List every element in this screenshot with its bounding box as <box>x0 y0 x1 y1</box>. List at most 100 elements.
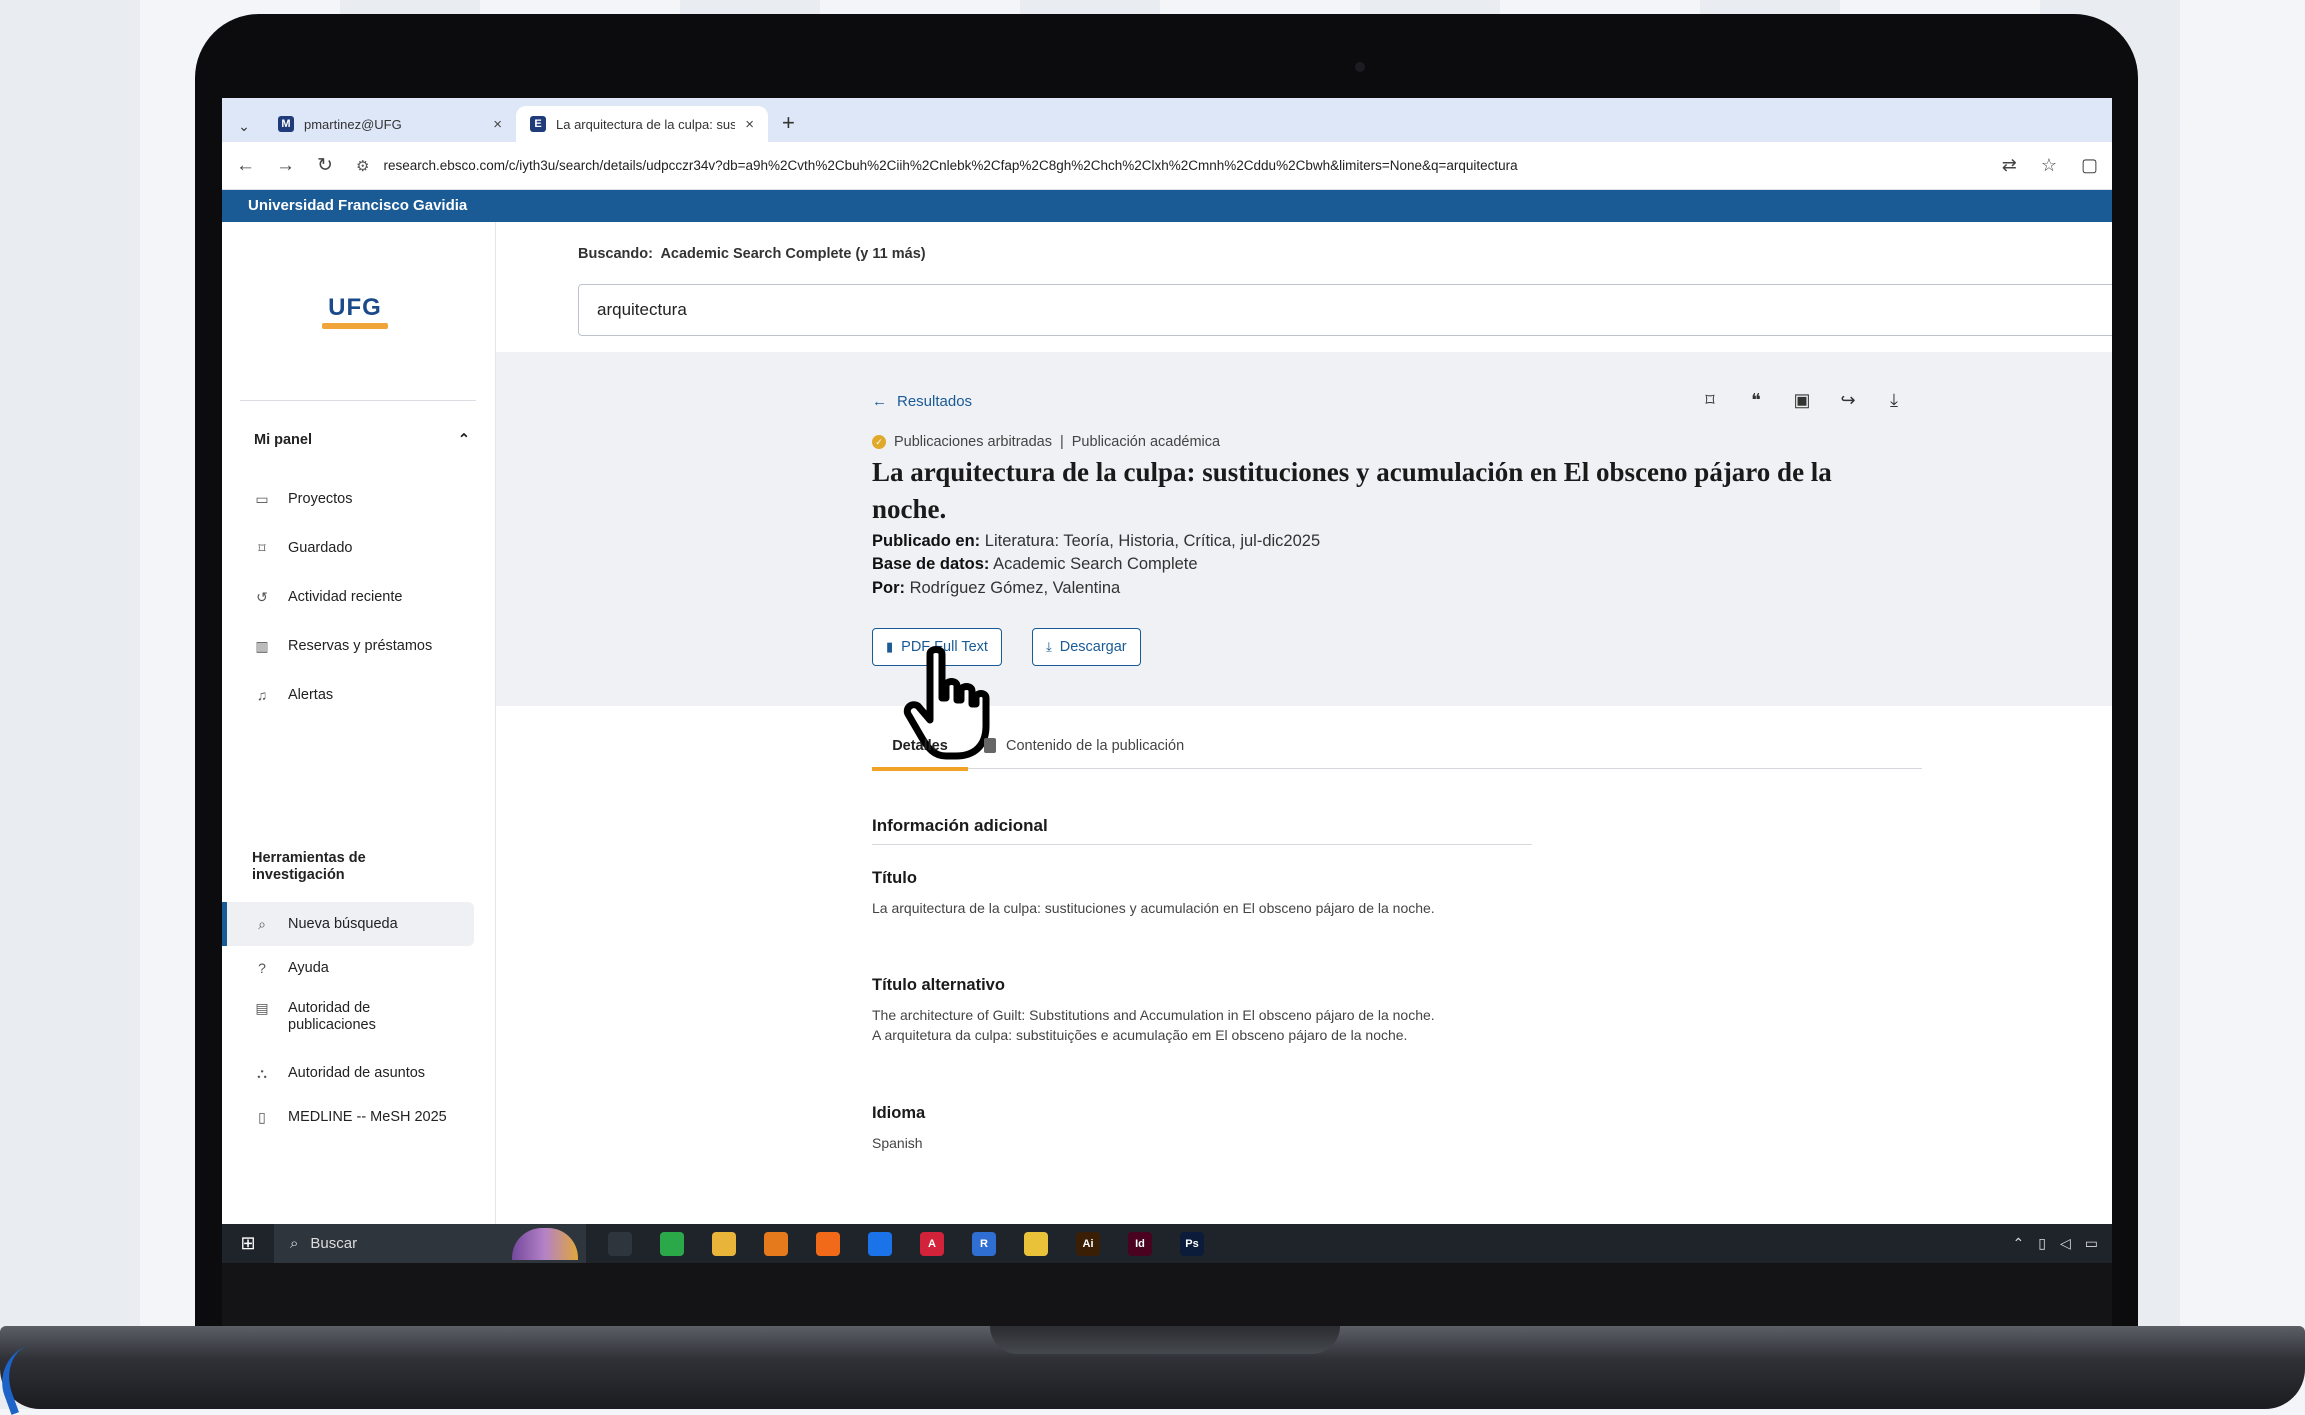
clipboard-icon: ▯ <box>254 1109 270 1126</box>
title-label: Título <box>872 869 917 888</box>
taskbar-app-12-icon[interactable]: Ps <box>1180 1232 1204 1256</box>
alt-title-label: Título alternativo <box>872 976 1005 995</box>
taskbar-app-5-icon[interactable] <box>816 1232 840 1256</box>
bookmark-star-icon[interactable]: ☆ <box>2041 155 2057 176</box>
browser-tab-bar: ⌄ M pmartinez@UFG × E La arquitectura de… <box>222 98 2112 142</box>
taskbar-apps: A R Ai Id Ps <box>586 1232 1204 1256</box>
network-icon[interactable]: ▭ <box>2085 1235 2098 1252</box>
volume-icon[interactable]: ◁ <box>2060 1235 2071 1252</box>
chevron-up-icon: ⌃ <box>458 432 470 448</box>
browser-tab-2[interactable]: E La arquitectura de la culpa: sust × <box>516 106 768 142</box>
bookmark-icon[interactable]: ⌑ <box>1700 390 1720 411</box>
taskbar-app-2-icon[interactable] <box>660 1232 684 1256</box>
taskbar-app-6-icon[interactable] <box>868 1232 892 1256</box>
arrow-left-icon: ← <box>872 393 887 410</box>
search-icon: ⌕ <box>290 1235 298 1252</box>
translate-icon[interactable]: ⇄ <box>2002 155 2017 176</box>
sidebar-item-nueva-busqueda[interactable]: ⌕ Nueva búsqueda <box>254 909 494 939</box>
sidebar-item-ayuda[interactable]: ? Ayuda <box>254 953 494 983</box>
pdf-icon: ▮ <box>886 639 893 655</box>
database: Base de datos: Academic Search Complete <box>872 555 1198 574</box>
laptop-hinge-notch <box>990 1326 1340 1354</box>
back-to-results-link[interactable]: ← Resultados <box>872 393 972 410</box>
sidebar-item-autoridad-publicaciones[interactable]: ▤ Autoridad de publicaciones <box>254 1000 494 1044</box>
book-icon <box>984 738 996 753</box>
download-icon[interactable]: ⤓ <box>1884 390 1904 411</box>
sidebar-item-proyectos[interactable]: ▭ Proyectos <box>254 484 494 514</box>
add-to-folder-icon[interactable]: ▣ <box>1792 390 1812 411</box>
tab-search-chevron-icon[interactable]: ⌄ <box>232 110 256 142</box>
taskbar-app-3-icon[interactable] <box>712 1232 736 1256</box>
taskbar-app-9-icon[interactable] <box>1024 1232 1048 1256</box>
sidebar-item-autoridad-asuntos[interactable]: ⛬ Autoridad de asuntos <box>254 1058 494 1088</box>
url-field[interactable]: ⚙ research.ebsco.com/c/iyth3u/search/det… <box>356 157 1980 175</box>
taskbar-search[interactable]: ⌕ Buscar <box>274 1224 586 1263</box>
alt-title-value-2: A arquitetura da culpa: substituições e … <box>872 1025 1407 1045</box>
panel-header[interactable]: Mi panel ⌃ <box>254 432 470 448</box>
quote-icon[interactable]: ❝ <box>1746 390 1766 411</box>
download-button[interactable]: ⤓ Descargar <box>1032 628 1141 666</box>
author: Por: Rodríguez Gómez, Valentina <box>872 579 1120 598</box>
language-label: Idioma <box>872 1104 925 1123</box>
alt-title-value-1: The architecture of Guilt: Substitutions… <box>872 1005 1435 1025</box>
tab-favicon: E <box>530 116 546 132</box>
close-tab-icon[interactable]: × <box>493 116 502 133</box>
sidebar-divider <box>240 400 476 401</box>
tab-favicon: M <box>278 116 294 132</box>
institution-bar: Universidad Francisco Gavidia <box>222 190 2112 222</box>
search-icon: ⌕ <box>254 916 270 933</box>
share-icon[interactable]: ↪ <box>1838 390 1858 411</box>
bookmark-icon: ⌑ <box>254 540 270 557</box>
extensions-icon[interactable]: ▢ <box>2081 155 2098 176</box>
taskbar-app-1-icon[interactable] <box>608 1232 632 1256</box>
document-icon: ▤ <box>254 1000 270 1017</box>
books-icon: ▥ <box>254 638 270 655</box>
article-toolbar: ⌑ ❝ ▣ ↪ ⤓ <box>1700 390 1904 411</box>
windows-taskbar: ⊞ ⌕ Buscar A R Ai Id Ps ⌃ ▯ ◁ ▭ <box>222 1224 2112 1263</box>
sidebar-item-reservas[interactable]: ▥ Reservas y préstamos <box>254 631 494 661</box>
folder-icon: ▭ <box>254 491 270 508</box>
taskbar-app-4-icon[interactable] <box>764 1232 788 1256</box>
help-icon: ? <box>254 960 270 976</box>
taskbar-app-8-icon[interactable]: R <box>972 1232 996 1256</box>
site-info-icon[interactable]: ⚙ <box>356 157 369 175</box>
reload-icon[interactable]: ↻ <box>316 154 334 177</box>
screen-bezel-bottom <box>222 1263 2112 1327</box>
close-tab-icon[interactable]: × <box>745 116 754 133</box>
tab-contenido[interactable]: Contenido de la publicación <box>984 738 1184 754</box>
search-scope: Buscando: Academic Search Complete (y 11… <box>578 246 926 262</box>
taskbar-app-11-icon[interactable]: Id <box>1128 1232 1152 1256</box>
taskbar-app-7-icon[interactable]: A <box>920 1232 944 1256</box>
download-icon: ⤓ <box>1046 639 1052 655</box>
laptop-screen: ⌄ M pmartinez@UFG × E La arquitectura de… <box>222 98 2112 1263</box>
search-highlight-image <box>512 1228 578 1260</box>
forward-arrow-icon[interactable]: → <box>276 155 294 177</box>
system-tray: ⌃ ▯ ◁ ▭ <box>2013 1235 2112 1252</box>
chevron-up-icon[interactable]: ⌃ <box>2013 1235 2025 1252</box>
tools-heading: Herramientas de investigación <box>252 850 366 884</box>
sidebar-item-actividad[interactable]: ↺ Actividad reciente <box>254 582 494 612</box>
published-in: Publicado en: Literatura: Teoría, Histor… <box>872 532 1320 551</box>
language-value: Spanish <box>872 1133 923 1153</box>
camera <box>1355 62 1365 72</box>
ufg-logo[interactable]: UFG <box>322 294 388 329</box>
sidebar-item-alertas[interactable]: ♫ Alertas <box>254 680 494 710</box>
tab-detalles[interactable]: Detalles <box>872 738 968 771</box>
sidebar-item-medline[interactable]: ▯ MEDLINE -- MeSH 2025 <box>254 1102 494 1132</box>
section-divider <box>872 844 1532 845</box>
back-arrow-icon[interactable]: ← <box>236 155 254 177</box>
search-input[interactable]: arquitectura <box>578 284 2112 336</box>
browser-tab-1[interactable]: M pmartinez@UFG × <box>264 106 516 142</box>
new-tab-icon[interactable]: + <box>768 110 809 142</box>
title-value: La arquitectura de la culpa: sustitucion… <box>872 898 1435 918</box>
panel-title: Mi panel <box>254 432 312 448</box>
publication-badges: ✓ Publicaciones arbitradas | Publicación… <box>872 434 1220 450</box>
taskbar-app-10-icon[interactable]: Ai <box>1076 1232 1100 1256</box>
additional-info-heading: Información adicional <box>872 816 1048 836</box>
tab-title: pmartinez@UFG <box>304 117 483 132</box>
article-title: La arquitectura de la culpa: sustitucion… <box>872 454 1852 528</box>
battery-icon[interactable]: ▯ <box>2038 1235 2046 1252</box>
windows-start-icon[interactable]: ⊞ <box>222 1233 274 1254</box>
sidebar-item-guardado[interactable]: ⌑ Guardado <box>254 533 494 563</box>
peer-reviewed-icon: ✓ <box>872 435 886 449</box>
